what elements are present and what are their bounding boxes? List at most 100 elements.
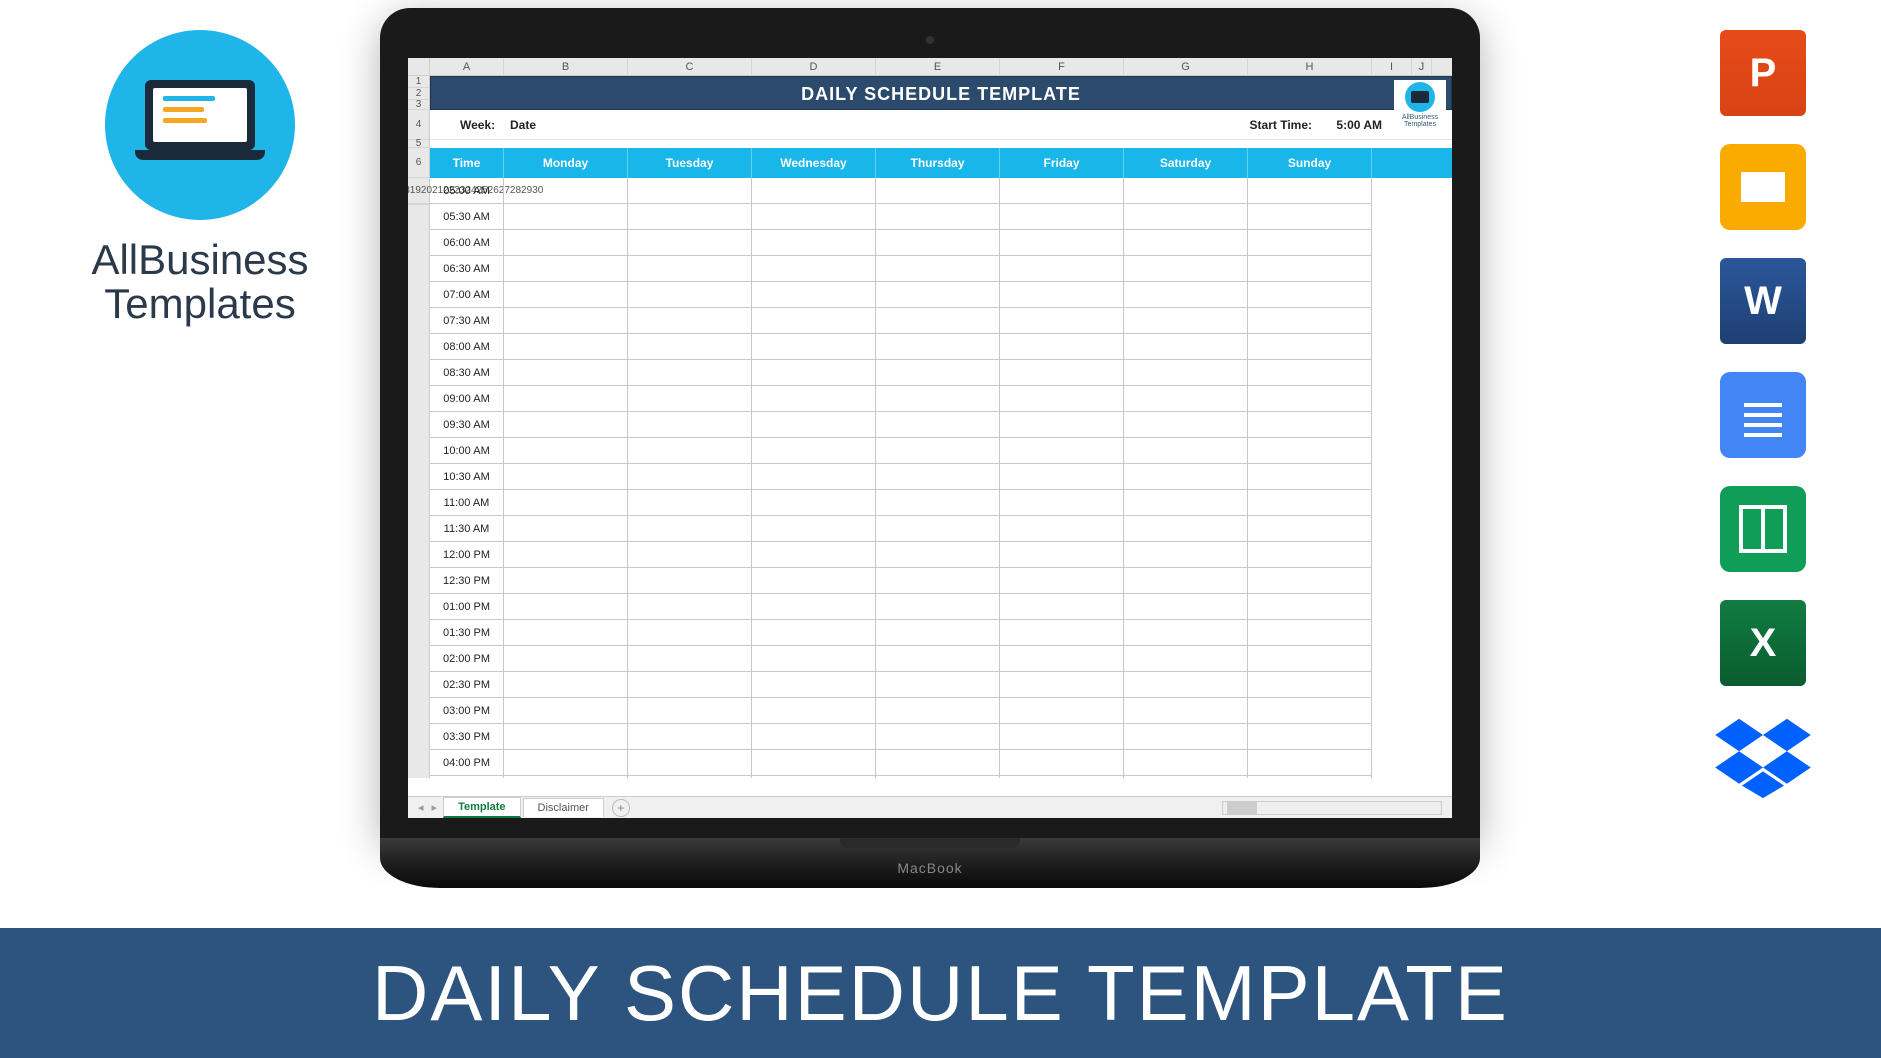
col-D[interactable]: D — [752, 58, 876, 75]
schedule-cell[interactable] — [1124, 282, 1248, 308]
schedule-cell[interactable] — [1000, 412, 1124, 438]
schedule-cell[interactable] — [1248, 698, 1372, 724]
schedule-cell[interactable] — [1124, 360, 1248, 386]
schedule-cell[interactable] — [1248, 620, 1372, 646]
schedule-cell[interactable] — [1124, 490, 1248, 516]
time-cell[interactable]: 03:30 PM — [430, 724, 504, 750]
schedule-cell[interactable] — [628, 698, 752, 724]
schedule-cell[interactable] — [504, 776, 628, 778]
time-cell[interactable]: 09:00 AM — [430, 386, 504, 412]
schedule-cell[interactable] — [628, 646, 752, 672]
schedule-cell[interactable] — [504, 308, 628, 334]
schedule-cell[interactable] — [504, 464, 628, 490]
schedule-cell[interactable] — [752, 646, 876, 672]
schedule-cell[interactable] — [1248, 516, 1372, 542]
schedule-cell[interactable] — [504, 360, 628, 386]
schedule-cell[interactable] — [628, 594, 752, 620]
schedule-cell[interactable] — [1248, 204, 1372, 230]
schedule-cell[interactable] — [1124, 750, 1248, 776]
schedule-cell[interactable] — [628, 750, 752, 776]
row-num[interactable]: 1 — [408, 76, 429, 88]
schedule-cell[interactable] — [876, 386, 1000, 412]
schedule-cell[interactable] — [1248, 256, 1372, 282]
schedule-cell[interactable] — [1248, 282, 1372, 308]
schedule-cell[interactable] — [752, 230, 876, 256]
schedule-cell[interactable] — [1000, 282, 1124, 308]
schedule-cell[interactable] — [876, 776, 1000, 778]
time-cell[interactable]: 01:00 PM — [430, 594, 504, 620]
schedule-cell[interactable] — [628, 386, 752, 412]
schedule-cell[interactable] — [752, 672, 876, 698]
time-cell[interactable]: 08:00 AM — [430, 334, 504, 360]
time-cell[interactable]: 12:30 PM — [430, 568, 504, 594]
schedule-cell[interactable] — [1248, 724, 1372, 750]
schedule-cell[interactable] — [1000, 672, 1124, 698]
schedule-cell[interactable] — [1000, 230, 1124, 256]
schedule-cell[interactable] — [876, 412, 1000, 438]
schedule-cell[interactable] — [1248, 386, 1372, 412]
schedule-cell[interactable] — [1124, 516, 1248, 542]
time-cell[interactable]: 08:30 AM — [430, 360, 504, 386]
schedule-cell[interactable] — [876, 568, 1000, 594]
schedule-cell[interactable] — [876, 256, 1000, 282]
schedule-cell[interactable] — [504, 516, 628, 542]
schedule-cell[interactable] — [1000, 438, 1124, 464]
time-cell[interactable]: 09:30 AM — [430, 412, 504, 438]
row-num[interactable]: 4 — [408, 110, 429, 140]
schedule-cell[interactable] — [876, 516, 1000, 542]
schedule-cell[interactable] — [504, 594, 628, 620]
schedule-cell[interactable] — [752, 438, 876, 464]
schedule-cell[interactable] — [504, 178, 628, 204]
schedule-cell[interactable] — [628, 672, 752, 698]
schedule-cell[interactable] — [752, 204, 876, 230]
schedule-cell[interactable] — [1000, 256, 1124, 282]
schedule-cell[interactable] — [1124, 620, 1248, 646]
schedule-cell[interactable] — [876, 646, 1000, 672]
time-cell[interactable]: 11:00 AM — [430, 490, 504, 516]
schedule-cell[interactable] — [628, 776, 752, 778]
col-F[interactable]: F — [1000, 58, 1124, 75]
schedule-cell[interactable] — [1000, 464, 1124, 490]
schedule-cell[interactable] — [504, 750, 628, 776]
schedule-cell[interactable] — [1124, 724, 1248, 750]
time-cell[interactable]: 07:00 AM — [430, 282, 504, 308]
schedule-cell[interactable] — [1124, 438, 1248, 464]
schedule-cell[interactable] — [752, 464, 876, 490]
schedule-cell[interactable] — [628, 204, 752, 230]
schedule-cell[interactable] — [876, 334, 1000, 360]
col-H[interactable]: H — [1248, 58, 1372, 75]
schedule-cell[interactable] — [752, 698, 876, 724]
schedule-cell[interactable] — [1000, 386, 1124, 412]
schedule-cell[interactable] — [752, 620, 876, 646]
schedule-cell[interactable] — [504, 386, 628, 412]
schedule-cell[interactable] — [628, 282, 752, 308]
row-num[interactable]: 5 — [408, 140, 429, 148]
schedule-cell[interactable] — [628, 256, 752, 282]
schedule-cell[interactable] — [1000, 334, 1124, 360]
time-cell[interactable]: 01:30 PM — [430, 620, 504, 646]
schedule-cell[interactable] — [752, 360, 876, 386]
time-cell[interactable]: 06:00 AM — [430, 230, 504, 256]
schedule-cell[interactable] — [628, 464, 752, 490]
schedule-cell[interactable] — [628, 360, 752, 386]
schedule-cell[interactable] — [1000, 516, 1124, 542]
schedule-cell[interactable] — [1124, 568, 1248, 594]
schedule-cell[interactable] — [876, 542, 1000, 568]
week-value[interactable]: Date — [510, 118, 536, 132]
schedule-cell[interactable] — [752, 516, 876, 542]
schedule-cell[interactable] — [1124, 464, 1248, 490]
row-num[interactable]: 6 — [408, 148, 429, 178]
schedule-cell[interactable] — [1124, 542, 1248, 568]
time-cell[interactable]: 03:00 PM — [430, 698, 504, 724]
schedule-cell[interactable] — [504, 620, 628, 646]
col-B[interactable]: B — [504, 58, 628, 75]
schedule-cell[interactable] — [876, 204, 1000, 230]
schedule-cell[interactable] — [1248, 464, 1372, 490]
col-C[interactable]: C — [628, 58, 752, 75]
schedule-cell[interactable] — [1000, 724, 1124, 750]
schedule-cell[interactable] — [752, 776, 876, 778]
schedule-cell[interactable] — [1124, 334, 1248, 360]
schedule-cell[interactable] — [752, 334, 876, 360]
col-I[interactable]: I — [1372, 58, 1412, 75]
schedule-cell[interactable] — [628, 334, 752, 360]
